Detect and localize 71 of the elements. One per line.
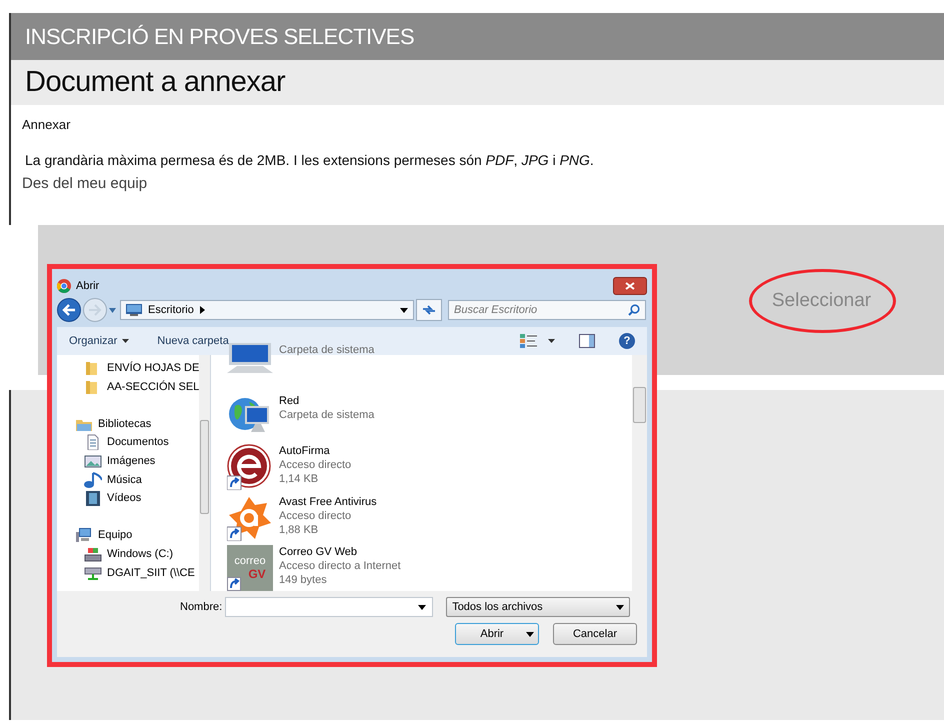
filename-field[interactable] bbox=[225, 597, 434, 617]
search-field[interactable]: Buscar Escritorio bbox=[448, 300, 646, 320]
letter-a-logo-icon bbox=[227, 494, 273, 540]
address-bar[interactable]: Escritorio bbox=[120, 300, 414, 320]
path-text: Escritorio bbox=[148, 304, 194, 316]
music-note-icon bbox=[84, 472, 102, 488]
file-detail: Carpeta de sistema bbox=[279, 343, 374, 357]
drive-icon bbox=[84, 546, 102, 562]
open-button[interactable]: Abrir bbox=[455, 623, 539, 645]
file-detail: Acceso directo bbox=[279, 508, 352, 522]
sidebar-item[interactable]: Vídeos bbox=[57, 489, 200, 508]
sidebar-item[interactable]: Windows (C:) bbox=[57, 544, 200, 564]
mail-logo: correo GV bbox=[227, 545, 273, 591]
help-button[interactable]: ? bbox=[619, 333, 635, 349]
caret-icon bbox=[109, 308, 116, 312]
sidebar-item[interactable]: AA-SECCIÓN SEL bbox=[57, 378, 200, 396]
section-label: Annexar bbox=[22, 117, 72, 132]
file-name[interactable]: Avast Free Antivirus bbox=[279, 494, 377, 508]
preview-pane-icon bbox=[579, 334, 595, 348]
file-detail: 1,14 KB bbox=[279, 472, 320, 486]
file-name[interactable]: AutoFirma bbox=[279, 444, 352, 458]
refresh-button[interactable] bbox=[416, 299, 442, 321]
cancel-button[interactable]: Cancelar bbox=[553, 623, 637, 645]
sidebar-item[interactable]: Imágenes bbox=[57, 452, 200, 470]
close-icon bbox=[625, 282, 635, 290]
organize-menu[interactable]: Organizar bbox=[69, 335, 130, 347]
file-name[interactable]: Red bbox=[279, 394, 374, 408]
sidebar-item[interactable]: ENVÍO HOJAS DE bbox=[57, 359, 200, 378]
computer-icon bbox=[227, 343, 273, 373]
filename-label: Nombre: bbox=[180, 601, 222, 613]
dialog-title: Abrir bbox=[76, 280, 100, 292]
left-arrow-icon bbox=[62, 304, 76, 316]
network-drive-icon bbox=[84, 564, 102, 581]
monitor-icon bbox=[126, 304, 142, 316]
caret-icon bbox=[548, 339, 555, 343]
file-name[interactable]: Correo GV Web bbox=[279, 545, 401, 559]
source-label: Des del meu equip bbox=[22, 175, 148, 192]
image-icon bbox=[84, 453, 102, 470]
file-detail: Acceso directo a Internet bbox=[279, 559, 401, 573]
scrollbar[interactable] bbox=[632, 355, 647, 591]
file-type-dropdown[interactable]: Todos los archivos bbox=[446, 597, 630, 617]
browser-logo-icon bbox=[57, 279, 71, 293]
view-options-icon bbox=[520, 334, 538, 348]
computer-icon bbox=[75, 527, 93, 544]
sidebar-item[interactable]: Bibliotecas bbox=[57, 414, 200, 434]
right-arrow-icon bbox=[88, 304, 102, 316]
new-folder-button[interactable]: Nueva carpeta bbox=[157, 335, 229, 347]
caret-icon bbox=[616, 604, 624, 610]
page-title: Document a annexar bbox=[25, 66, 286, 99]
file-detail: 1,88 KB bbox=[279, 522, 320, 536]
film-icon bbox=[84, 490, 102, 506]
header-title: INSCRIPCIÓ EN PROVES SELECTIVES bbox=[25, 24, 414, 50]
file-detail: 149 bytes bbox=[279, 573, 328, 587]
search-icon bbox=[628, 304, 640, 316]
caret-icon bbox=[418, 604, 426, 610]
sidebar-item[interactable]: Música bbox=[57, 470, 200, 490]
info-text: La grandària màxima permesa és de 2MB. I les extensions permeses són PDF, JPG i PNG. bbox=[25, 152, 595, 168]
close-button[interactable] bbox=[613, 277, 647, 295]
file-detail: Carpeta de sistema bbox=[279, 408, 374, 422]
scrollbar[interactable] bbox=[199, 355, 210, 591]
sidebar-item[interactable]: DGAIT_SIIT (\\CE bbox=[57, 563, 200, 582]
back-button[interactable] bbox=[57, 298, 81, 322]
letter-e-logo-icon bbox=[227, 444, 273, 490]
sidebar-item[interactable]: Equipo bbox=[57, 526, 200, 544]
caret-icon bbox=[526, 632, 534, 637]
file-detail: Acceso directo bbox=[279, 458, 352, 472]
caret-icon bbox=[200, 306, 205, 314]
caret-icon bbox=[400, 308, 408, 312]
caret-icon bbox=[122, 339, 130, 343]
refresh-icon bbox=[421, 304, 437, 316]
sidebar-item[interactable]: Documentos bbox=[57, 433, 200, 452]
